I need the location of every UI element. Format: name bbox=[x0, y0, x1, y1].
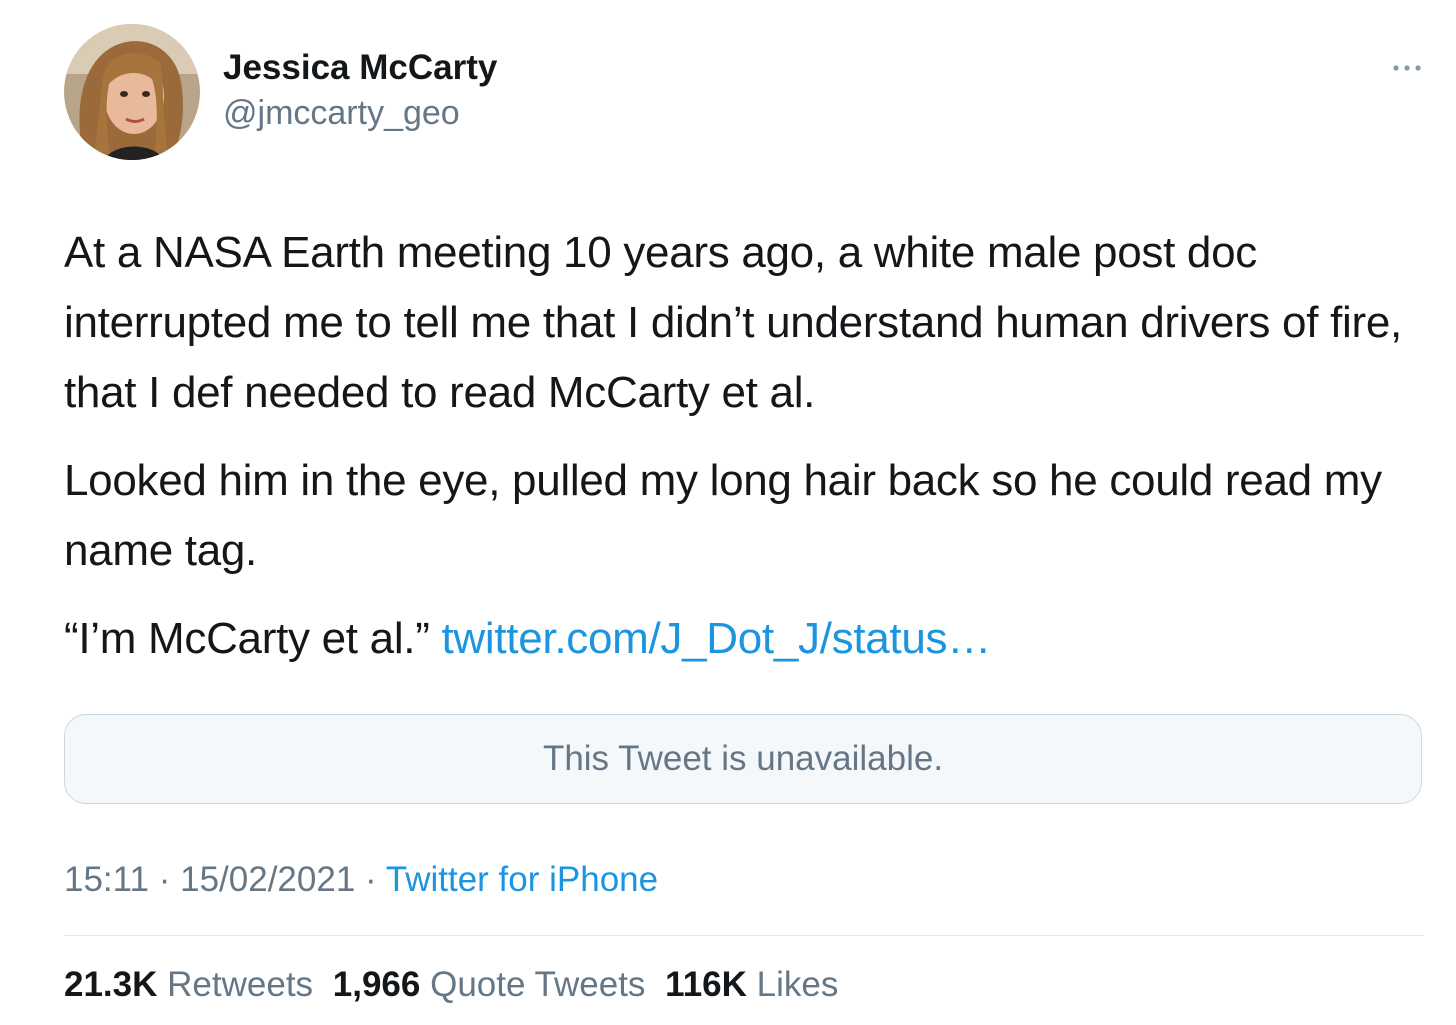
tweet-paragraph: Looked him in the eye, pulled my long ha… bbox=[64, 456, 1382, 575]
user-handle[interactable]: @jmccarty_geo bbox=[223, 94, 460, 133]
retweets-label: Retweets bbox=[167, 965, 314, 1004]
divider bbox=[64, 935, 1424, 936]
tweet-meta: 15:11 · 15/02/2021 · Twitter for iPhone bbox=[64, 860, 658, 900]
tweet-source-link[interactable]: Twitter for iPhone bbox=[386, 860, 658, 899]
tweet-time[interactable]: 15:11 bbox=[64, 860, 149, 899]
retweets-count: 21.3K bbox=[64, 965, 158, 1004]
meta-separator: · bbox=[149, 860, 181, 899]
tweet-paragraph: At a NASA Earth meeting 10 years ago, a … bbox=[64, 228, 1402, 417]
quote-tweets-stat[interactable]: 1,966 Quote Tweets bbox=[333, 965, 646, 1004]
likes-label: Likes bbox=[756, 965, 839, 1004]
likes-count: 116K bbox=[665, 965, 747, 1004]
quote-tweets-label: Quote Tweets bbox=[430, 965, 646, 1004]
avatar-photo bbox=[64, 24, 200, 160]
tweet-link[interactable]: twitter.com/J_Dot_J/status… bbox=[442, 614, 992, 663]
likes-stat[interactable]: 116K Likes bbox=[665, 965, 838, 1004]
meta-separator: · bbox=[355, 860, 386, 899]
tweet-paragraph: “I’m McCarty et al.” twitter.com/J_Dot_J… bbox=[64, 604, 1439, 674]
tweet-quote-text: “I’m McCarty et al.” bbox=[64, 614, 442, 663]
avatar[interactable] bbox=[64, 24, 200, 160]
tweet-stats: 21.3K Retweets 1,966 Quote Tweets 116K L… bbox=[64, 965, 848, 1005]
retweets-stat[interactable]: 21.3K Retweets bbox=[64, 965, 313, 1004]
more-horizontal-icon[interactable] bbox=[1388, 56, 1428, 80]
quoted-tweet-card[interactable]: This Tweet is unavailable. bbox=[64, 714, 1422, 804]
tweet-date[interactable]: 15/02/2021 bbox=[180, 860, 355, 899]
quote-tweets-count: 1,966 bbox=[332, 965, 421, 1004]
unavailable-message: This Tweet is unavailable. bbox=[542, 739, 944, 778]
tweet-text: At a NASA Earth meeting 10 years ago, a … bbox=[64, 218, 1439, 692]
display-name[interactable]: Jessica McCarty bbox=[223, 48, 497, 88]
